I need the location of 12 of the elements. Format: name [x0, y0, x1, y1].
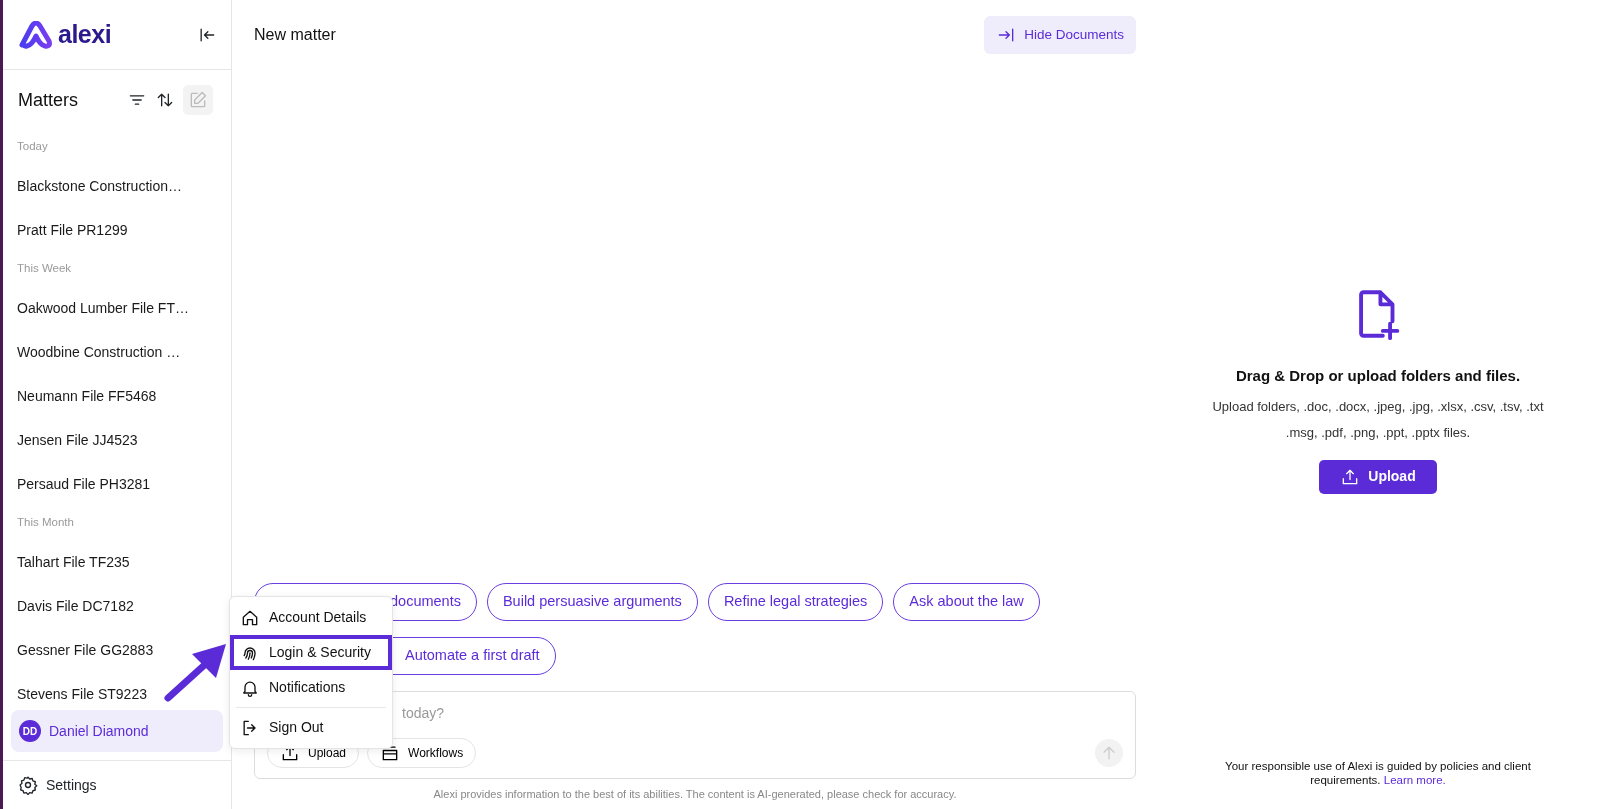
- supported-formats-text: Upload folders, .doc, .docx, .jpeg, .jpg, .xlsx, .csv, .tsv, .txt: [1212, 397, 1544, 416]
- disclaimer-text: Alexi provides information to the best of its abilities. The content is AI-generated, please check for accuracy.: [433, 786, 957, 802]
- upload-heading: Drag & Drop or upload folders and files.: [1235, 366, 1521, 387]
- page-title: New matter: [254, 25, 336, 45]
- user-avatar: DD: [19, 720, 41, 742]
- group-label: This Month: [16, 515, 75, 531]
- supported-formats-text: .msg, .pdf, .png, .ppt, .pptx files.: [1285, 423, 1471, 442]
- policy-text: Your responsible use of Alexi is guided by policies and client requirements. Learn more.: [1224, 759, 1532, 788]
- group-label: This Week: [16, 261, 73, 277]
- logo-text: alexi: [58, 18, 112, 50]
- sidebar-title: Matters: [18, 88, 78, 112]
- group-label: Today: [16, 139, 49, 155]
